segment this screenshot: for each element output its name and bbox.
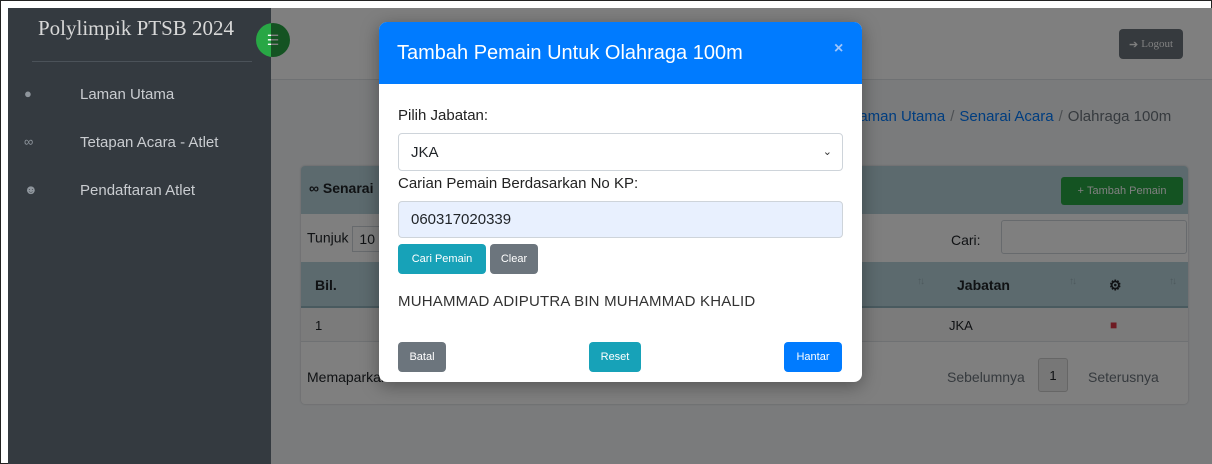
- reset-button[interactable]: Reset: [589, 342, 641, 372]
- player-name-result: MUHAMMAD ADIPUTRA BIN MUHAMMAD KHALID: [398, 293, 756, 310]
- sidebar: Polylimpik PTSB 2024 ● Laman Utama ∞ Tet…: [8, 8, 271, 464]
- brand-title[interactable]: Polylimpik PTSB 2024: [38, 16, 234, 41]
- ic-number-input[interactable]: 060317020339: [398, 201, 843, 238]
- sidebar-item-tetapan-acara[interactable]: ∞ Tetapan Acara - Atlet: [8, 134, 271, 164]
- clear-button[interactable]: Clear: [490, 244, 538, 274]
- sidebar-item-label: Laman Utama: [80, 86, 175, 103]
- sidebar-item-label: Tetapan Acara - Atlet: [80, 134, 219, 151]
- submit-button[interactable]: Hantar: [784, 342, 842, 372]
- cancel-button[interactable]: Batal: [398, 342, 446, 372]
- users-icon: ☻: [24, 182, 38, 197]
- ic-search-label: Carian Pemain Berdasarkan No KP:: [398, 175, 639, 192]
- link-icon: ∞: [24, 134, 34, 149]
- dashboard-icon: ●: [24, 86, 32, 101]
- jabatan-selected-value: JKA: [411, 144, 439, 161]
- close-icon[interactable]: ×: [834, 40, 843, 58]
- ic-number-value: 060317020339: [411, 211, 512, 228]
- chevron-down-icon: ⌄: [822, 146, 832, 158]
- brand-divider: [32, 61, 252, 62]
- sidebar-item-pendaftaran-atlet[interactable]: ☻ Pendaftaran Atlet: [8, 182, 271, 212]
- sidebar-item-laman-utama[interactable]: ● Laman Utama: [8, 86, 271, 116]
- jabatan-select[interactable]: JKA ⌄: [398, 133, 843, 171]
- jabatan-label: Pilih Jabatan:: [398, 107, 489, 124]
- modal-title: Tambah Pemain Untuk Olahraga 100m: [397, 42, 743, 64]
- add-player-modal: Tambah Pemain Untuk Olahraga 100m × Pili…: [379, 22, 862, 382]
- modal-header: Tambah Pemain Untuk Olahraga 100m ×: [379, 22, 862, 84]
- sidebar-item-label: Pendaftaran Atlet: [80, 182, 196, 199]
- find-player-button[interactable]: Cari Pemain: [398, 244, 486, 274]
